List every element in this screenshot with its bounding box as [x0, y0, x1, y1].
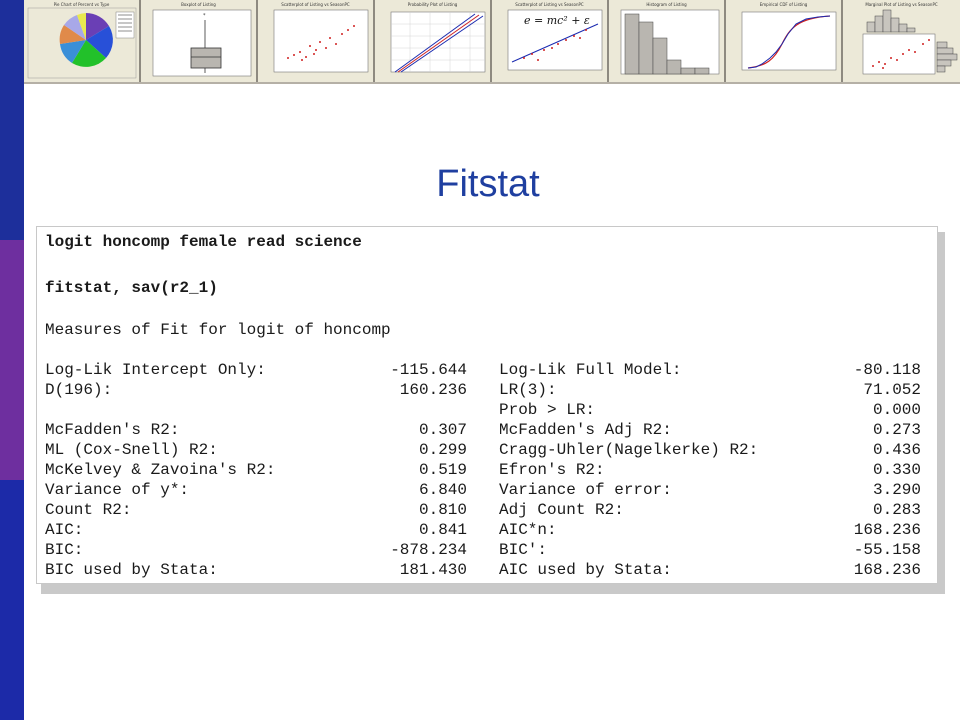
output-heading: Measures of Fit for logit of honcomp [45, 321, 391, 339]
fit-label: D(196): [45, 381, 113, 399]
fit-value: 0.810 [418, 501, 467, 519]
scatterplot-icon [273, 9, 369, 73]
thumbnail-strip: Pie Chart of Percent vs Type Boxplot of … [24, 0, 960, 84]
fit-row: Prob > LR: 0.000 [37, 401, 937, 421]
thumbnail-marginal-plot: Marginal Plot of Listing vs SeasonPC [843, 0, 960, 82]
fit-label: Log-Lik Full Model: [499, 361, 682, 379]
marginal-plot-icon [862, 9, 958, 75]
slide-title: Fitstat [436, 163, 540, 205]
sidebar-color-bar [0, 0, 24, 720]
fit-value: -878.234 [390, 541, 467, 559]
fit-value: -55.158 [853, 541, 921, 559]
fit-value: 0.283 [872, 501, 921, 519]
fit-row: AIC: 0.841 AIC*n: 168.236 [37, 521, 937, 541]
fit-row: McFadden's R2: 0.307 McFadden's Adj R2: … [37, 421, 937, 441]
sidebar-segment-bottom [0, 480, 24, 720]
fit-row: Log-Lik Intercept Only: -115.644 Log-Lik… [37, 361, 937, 381]
fit-row: BIC used by Stata: 181.430 AIC used by S… [37, 561, 937, 581]
fit-label: BIC': [499, 541, 548, 559]
scatter-fit-icon [507, 9, 603, 71]
fit-row: Variance of y*: 6.840 Variance of error:… [37, 481, 937, 501]
fit-label: AIC used by Stata: [499, 561, 672, 579]
fit-label: McFadden's R2: [45, 421, 180, 439]
fit-value: -80.118 [853, 361, 921, 379]
fit-label: LR(3): [499, 381, 557, 399]
fit-label: Prob > LR: [499, 401, 596, 419]
fit-value: 160.236 [399, 381, 467, 399]
thumbnail-histogram: Histogram of Listing [609, 0, 726, 82]
fit-row: Count R2: 0.810 Adj Count R2: 0.283 [37, 501, 937, 521]
fit-label: AIC: [45, 521, 84, 539]
fit-row: ML (Cox-Snell) R2: 0.299 Cragg-Uhler(Nag… [37, 441, 937, 461]
fit-value: -115.644 [390, 361, 467, 379]
fit-row: D(196): 160.236 LR(3): 71.052 [37, 381, 937, 401]
fit-label: BIC used by Stata: [45, 561, 218, 579]
fit-label: Variance of error: [499, 481, 672, 499]
histogram-icon [620, 9, 720, 75]
fit-value: 0.000 [872, 401, 921, 419]
fit-value: 181.430 [399, 561, 467, 579]
boxplot-icon: * [152, 9, 252, 77]
thumbnail-pie-chart: Pie Chart of Percent vs Type [24, 0, 141, 82]
fit-label: Adj Count R2: [499, 501, 624, 519]
formula-text: e = mc² + ε [524, 14, 590, 27]
thumbnail-scatter-fit: Scatterplot of Listing vs SeasonPC e = m… [492, 0, 609, 82]
fit-value: 0.330 [872, 461, 921, 479]
fit-value: 6.840 [418, 481, 467, 499]
sidebar-segment-middle [0, 240, 24, 480]
fit-value: 0.436 [872, 441, 921, 459]
fit-label: Cragg-Uhler(Nagelkerke) R2: [499, 441, 759, 459]
fit-label: Efron's R2: [499, 461, 605, 479]
fit-value: 0.273 [872, 421, 921, 439]
fit-value: 71.052 [863, 381, 921, 399]
fit-value: 0.841 [418, 521, 467, 539]
fit-label: Count R2: [45, 501, 132, 519]
fit-label: McFadden's Adj R2: [499, 421, 672, 439]
thumbnail-probability-plot: Probability Plot of Listing [375, 0, 492, 82]
command-fitstat: fitstat, sav(r2_1) [45, 279, 218, 297]
thumbnail-scatterplot: Scatterplot of Listing vs SeasonPC [258, 0, 375, 82]
probability-plot-icon [390, 11, 486, 73]
fit-value: 0.519 [418, 461, 467, 479]
fit-value: 0.299 [418, 441, 467, 459]
fit-label: BIC: [45, 541, 84, 559]
command-logit: logit honcomp female read science [45, 233, 362, 251]
fit-row: BIC: -878.234 BIC': -55.158 [37, 541, 937, 561]
fit-value: 168.236 [853, 561, 921, 579]
fit-row: McKelvey & Zavoina's R2: 0.519 Efron's R… [37, 461, 937, 481]
thumbnail-cdf: Empirical CDF of Listing [726, 0, 843, 82]
pie-chart-icon [27, 7, 137, 79]
fit-label: ML (Cox-Snell) R2: [45, 441, 218, 459]
fit-label: Log-Lik Intercept Only: [45, 361, 266, 379]
stata-output-panel: logit honcomp female read science fitsta… [36, 226, 938, 584]
cdf-icon [741, 11, 837, 71]
fit-label: AIC*n: [499, 521, 557, 539]
fit-label: Variance of y*: [45, 481, 190, 499]
fit-value: 168.236 [853, 521, 921, 539]
thumbnail-boxplot: Boxplot of Listing * [141, 0, 258, 82]
fit-label: McKelvey & Zavoina's R2: [45, 461, 276, 479]
fit-value: 0.307 [418, 421, 467, 439]
fit-value: 3.290 [872, 481, 921, 499]
